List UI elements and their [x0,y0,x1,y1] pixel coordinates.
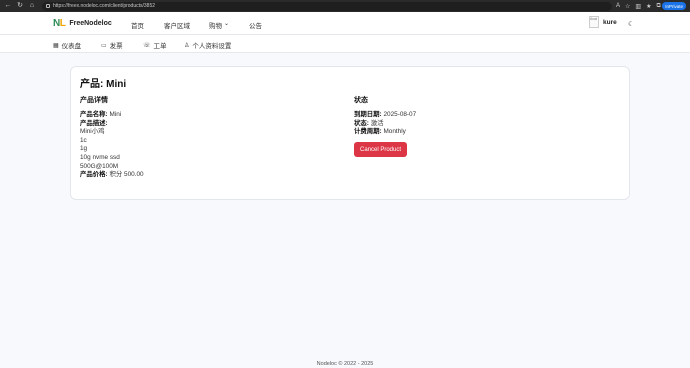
collections-icon[interactable]: ⧉ [656,3,660,10]
subnav-invoices[interactable]: ▭ 发票 [101,40,123,51]
back-icon[interactable]: ← [4,1,12,11]
brand-name: FreeNodeloc [69,20,112,27]
product-details: 产品名称: Mini 产品描述: Mini小鸡 1c 1g 10g nvme s… [80,111,144,180]
home-icon[interactable]: ⌂ [28,1,36,11]
chevron-down-icon: ⌄ [224,21,230,27]
nav-shop[interactable]: 购物 ⌄ [209,20,229,30]
avatar-alt-text: Avat [590,17,597,21]
billing-cycle-row: 计费周期: Monthly [354,128,406,136]
browser-toolbar: ← ↻ ⌂ https://freex.nodeloc.com/client/p… [0,0,690,12]
status-details: 到期日期: 2025-08-07 状态: 激活 计费周期: Monthly [354,111,416,137]
expiry-row: 到期日期: 2025-08-07 [354,111,417,118]
product-price-row: 产品价格: 积分 500.00 [80,171,144,179]
desc-line: 10g nvme ssd [80,153,120,161]
footer-copyright: Nodeloc © 2022 - 2025 [316,361,374,367]
page-title: 产品: Mini [80,79,127,90]
subnav-profile[interactable]: ♙ 个人资料设置 [184,40,231,51]
product-details-heading: 产品详情 [80,97,108,104]
lock-icon [46,4,50,8]
desc-line: 1g [80,145,88,153]
nav-home[interactable]: 首页 [131,20,144,30]
split-screen-icon[interactable]: ▥ [635,3,641,10]
product-name-row: 产品名称: Mini [80,111,122,118]
nav-announcements[interactable]: 公告 [249,20,262,30]
brand[interactable]: NL FreeNodeloc [53,18,112,29]
favorites-bar-icon[interactable]: ★ [646,3,651,10]
state-row: 状态: 激活 [354,119,384,127]
reload-icon[interactable]: ↻ [16,1,24,11]
user-icon: ♙ [184,42,190,49]
browser-nav: ← ↻ ⌂ [4,1,36,11]
browser-tools: A ☆ ▥ ★ ⧉ [616,3,661,10]
subnav-dashboard[interactable]: ▦ 仪表盘 [53,40,81,51]
desc-line: 500G@100M [80,162,119,170]
product-desc-label: 产品描述: [80,119,108,127]
status-heading: 状态 [354,97,368,104]
top-navbar: NL FreeNodeloc 首页 客户区域 购物 ⌄ 公告 Avat kure … [0,12,690,35]
username: kure [603,18,617,26]
avatar: Avat [589,16,599,28]
user-menu[interactable]: Avat kure [589,16,617,28]
product-card: 产品: Mini 产品详情 产品名称: Mini 产品描述: Mini小鸡 1c… [70,66,630,200]
address-text: https://freex.nodeloc.com/client/product… [53,3,156,9]
brand-logo: NL [53,18,66,29]
client-subnav: ▦ 仪表盘 ▭ 发票 ☏ 工单 ♙ 个人资料设置 [0,35,690,53]
desc-line: Mini小鸡 [80,128,105,136]
subnav-tickets[interactable]: ☏ 工单 [143,40,167,51]
favorite-icon[interactable]: ☆ [625,3,630,10]
theme-toggle-icon[interactable]: ☾ [628,20,634,28]
dashboard-icon: ▦ [53,42,59,49]
nav-client-area[interactable]: 客户区域 [164,20,190,30]
read-aloud-icon[interactable]: A [616,3,620,9]
desc-line: 1c [80,136,87,144]
ticket-icon: ☏ [143,42,151,49]
invoice-icon: ▭ [101,42,107,49]
address-bar[interactable]: https://freex.nodeloc.com/client/product… [42,1,612,11]
cancel-product-button[interactable]: Cancel Product [354,142,407,157]
inprivate-badge[interactable]: InPrivate [662,2,686,10]
